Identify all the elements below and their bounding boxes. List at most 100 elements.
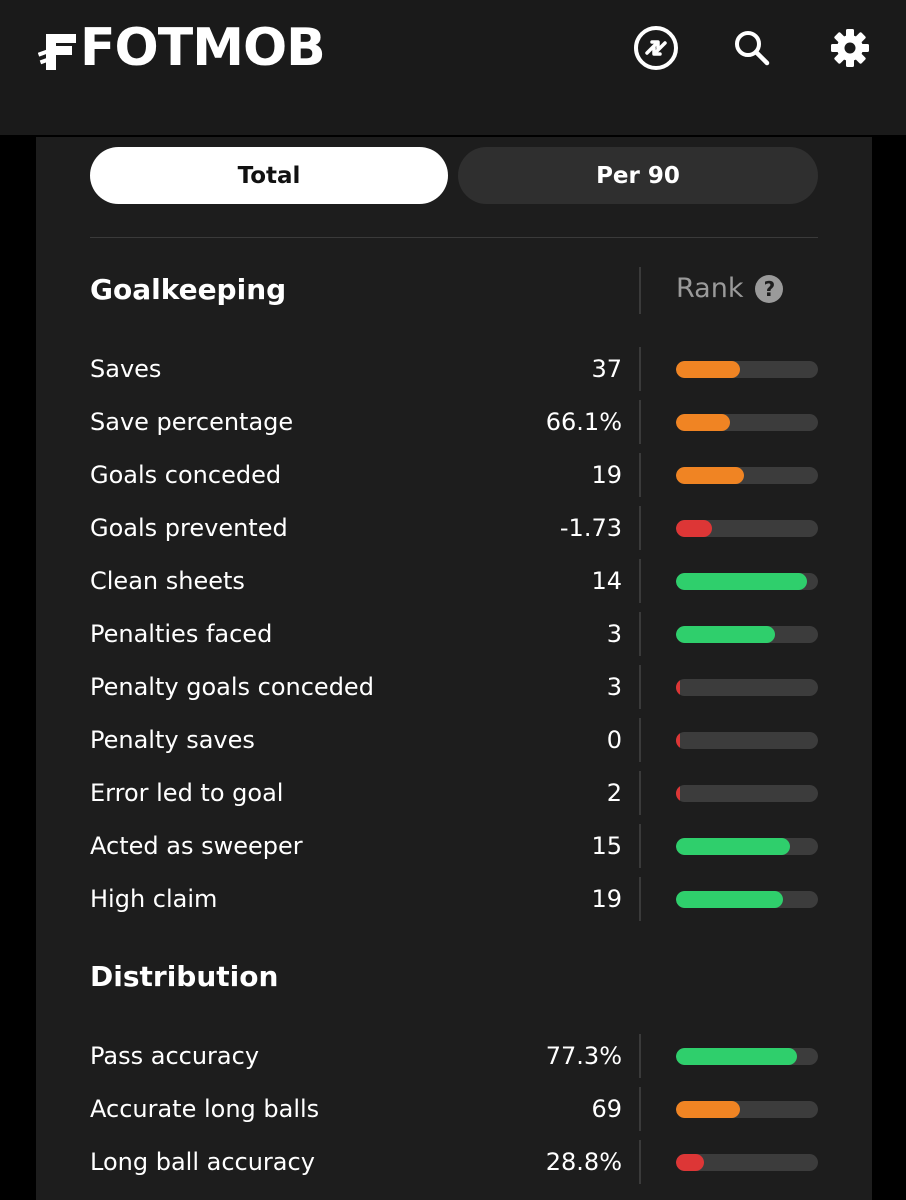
stat-value: 14 [591, 567, 622, 595]
rank-separator [639, 612, 641, 656]
per90-toggle-button[interactable]: Per 90 [458, 147, 818, 204]
stat-label: Clean sheets [90, 567, 245, 595]
rank-bar-fill [676, 838, 790, 855]
stat-value: 77.3% [545, 1042, 622, 1070]
rank-bar-fill [676, 785, 680, 802]
stats-card: Total Per 90 Goalkeeping Rank ? Saves 37 S… [36, 137, 872, 1200]
rank-bar-fill [676, 361, 740, 378]
stat-row[interactable]: Clean sheets 14 [90, 555, 818, 608]
total-toggle-button[interactable]: Total [90, 147, 448, 204]
help-icon[interactable]: ? [755, 274, 784, 303]
stat-label: Long ball accuracy [90, 1148, 315, 1176]
fotmob-logo[interactable]: FOTMOB [38, 18, 326, 78]
rank-bar [676, 1048, 818, 1065]
rank-bar-fill [676, 414, 730, 431]
stat-label: Save percentage [90, 408, 294, 436]
stat-value: 19 [591, 885, 622, 913]
stat-row[interactable]: Penalty saves 0 [90, 714, 818, 767]
rank-separator [639, 771, 641, 815]
rank-header[interactable]: Rank ? [676, 273, 784, 304]
rank-bar [676, 732, 818, 749]
stat-value: 2 [606, 779, 622, 807]
stat-row[interactable]: Penalty goals conceded 3 [90, 661, 818, 714]
stat-label: Goals conceded [90, 461, 282, 489]
stat-row[interactable]: Accurate long balls 69 [90, 1083, 818, 1136]
rank-separator [639, 718, 641, 762]
rank-separator [639, 665, 641, 709]
rank-bar-fill [676, 679, 680, 696]
stat-row[interactable]: Acted as sweeper 15 [90, 820, 818, 873]
rank-bar-fill [676, 573, 807, 590]
rank-bar [676, 785, 818, 802]
stat-row[interactable]: High claim 19 [90, 873, 818, 926]
rank-separator [639, 400, 641, 444]
stat-label: Error led to goal [90, 779, 284, 807]
stat-row[interactable]: Error led to goal 2 [90, 767, 818, 820]
stat-row[interactable]: Goals conceded 19 [90, 449, 818, 502]
rank-separator [639, 506, 641, 550]
rank-bar [676, 467, 818, 484]
stat-label: Pass accuracy [90, 1042, 260, 1070]
transfer-icon [634, 26, 678, 70]
search-icon [735, 31, 770, 66]
stat-label: Penalties faced [90, 620, 273, 648]
rank-bar-fill [676, 732, 680, 749]
rank-bar [676, 414, 818, 431]
rank-bar-fill [676, 626, 775, 643]
rank-bar-fill [676, 1048, 797, 1065]
stat-row[interactable]: Pass accuracy 77.3% [90, 1030, 818, 1083]
logo-text: FOTMOB [80, 18, 326, 78]
rank-bar [676, 891, 818, 908]
rank-bar [676, 1101, 818, 1118]
stat-mode-toggle: Total Per 90 [90, 147, 818, 204]
rank-bar [676, 1154, 818, 1171]
stat-value: 15 [591, 832, 622, 860]
top-header: FOTMOB [0, 0, 906, 137]
stat-value: 69 [591, 1095, 622, 1123]
rank-bar-fill [676, 520, 712, 537]
rank-bar [676, 838, 818, 855]
settings-button[interactable] [826, 24, 874, 72]
logo-mark-icon [38, 34, 76, 70]
rank-separator [639, 824, 641, 868]
stat-value: 28.8% [545, 1148, 622, 1176]
rank-separator [639, 877, 641, 921]
stat-row[interactable]: Saves 37 [90, 343, 818, 396]
rank-bar-fill [676, 1154, 704, 1171]
stat-label: Goals prevented [90, 514, 288, 542]
rank-separator [639, 1140, 641, 1184]
rank-bar [676, 573, 818, 590]
rank-separator [639, 1087, 641, 1131]
rank-bar-fill [676, 891, 783, 908]
stat-label: Penalty saves [90, 726, 255, 754]
header-separator [639, 267, 641, 314]
rank-bar [676, 679, 818, 696]
stat-value: 66.1% [545, 408, 622, 436]
app-root: FOTMOB Total Per 90 Goalkeeping Rank ? S… [0, 0, 906, 1200]
stat-row[interactable]: Long ball accuracy 28.8% [90, 1136, 818, 1189]
settings-icon [831, 29, 869, 67]
stat-row[interactable]: Save percentage 66.1% [90, 396, 818, 449]
transfer-button[interactable] [632, 24, 680, 72]
stat-value: 0 [606, 726, 622, 754]
stat-label: Accurate long balls [90, 1095, 320, 1123]
stat-label: High claim [90, 885, 218, 913]
rank-bar [676, 626, 818, 643]
stat-row[interactable]: Penalties faced 3 [90, 608, 818, 661]
rank-separator [639, 347, 641, 391]
stat-row[interactable]: Goals prevented -1.73 [90, 502, 818, 555]
rank-bar-fill [676, 467, 744, 484]
stat-label: Saves [90, 355, 162, 383]
rank-bar-fill [676, 1101, 740, 1118]
search-button[interactable] [728, 24, 776, 72]
stat-value: 3 [606, 620, 622, 648]
rank-separator [639, 453, 641, 497]
rank-separator [639, 1034, 641, 1078]
rank-label: Rank [676, 273, 744, 304]
rank-bar [676, 361, 818, 378]
rank-bar [676, 520, 818, 537]
stat-label: Acted as sweeper [90, 832, 303, 860]
goalkeeping-title: Goalkeeping [90, 273, 287, 306]
stat-value: 3 [606, 673, 622, 701]
stat-value: 37 [591, 355, 622, 383]
